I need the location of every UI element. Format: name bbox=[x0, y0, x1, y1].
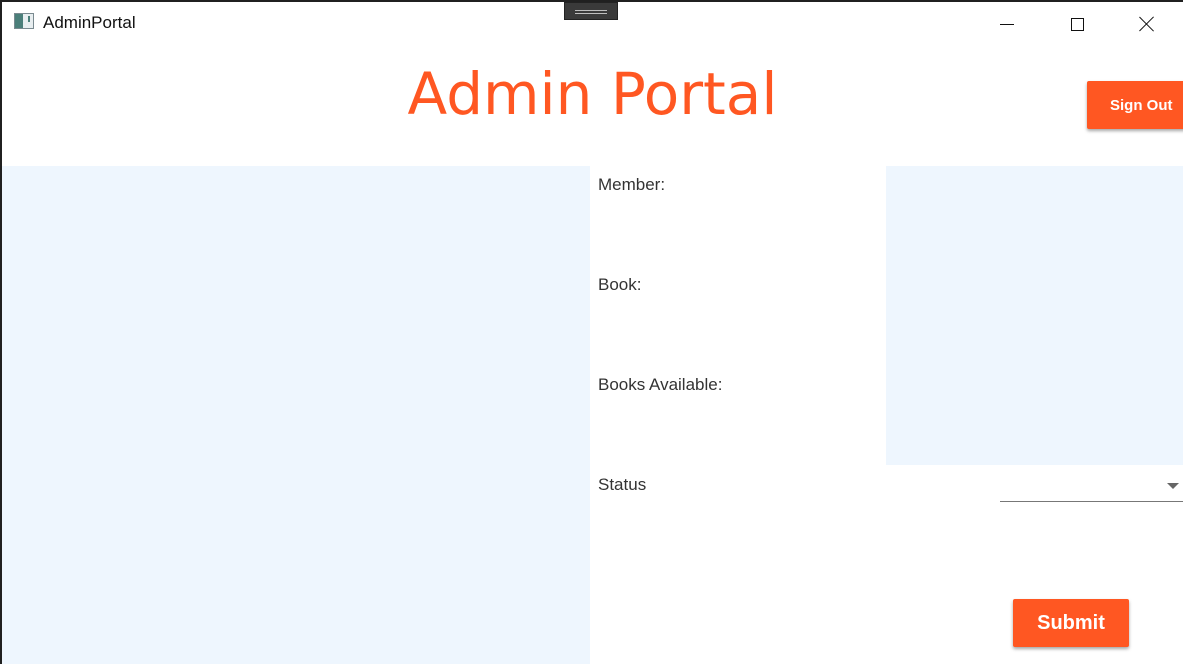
admin-portal-window: AdminPortal Admin Portal Sign Out Member… bbox=[2, 2, 1183, 664]
status-label: Status bbox=[598, 475, 647, 494]
maximize-icon bbox=[1070, 17, 1084, 31]
page-title: Admin Portal bbox=[407, 60, 778, 128]
books-available-label: Books Available: bbox=[598, 375, 723, 394]
maximize-button[interactable] bbox=[1042, 2, 1112, 46]
submit-button[interactable]: Submit bbox=[1013, 599, 1129, 647]
app-window-icon bbox=[14, 13, 34, 29]
minimize-icon bbox=[1000, 23, 1014, 25]
drag-grip-handle[interactable] bbox=[564, 2, 618, 20]
close-button[interactable] bbox=[1112, 2, 1182, 46]
book-label: Book: bbox=[598, 275, 642, 294]
status-dropdown[interactable] bbox=[1000, 472, 1183, 502]
member-label: Member: bbox=[598, 175, 666, 194]
close-icon bbox=[1139, 16, 1155, 32]
window-title: AdminPortal bbox=[43, 13, 136, 32]
sign-out-button[interactable]: Sign Out bbox=[1087, 81, 1183, 129]
chevron-down-icon bbox=[1167, 483, 1179, 489]
members-list-panel[interactable] bbox=[2, 166, 590, 664]
books-list-panel[interactable] bbox=[886, 166, 1183, 465]
minimize-button[interactable] bbox=[972, 2, 1042, 46]
